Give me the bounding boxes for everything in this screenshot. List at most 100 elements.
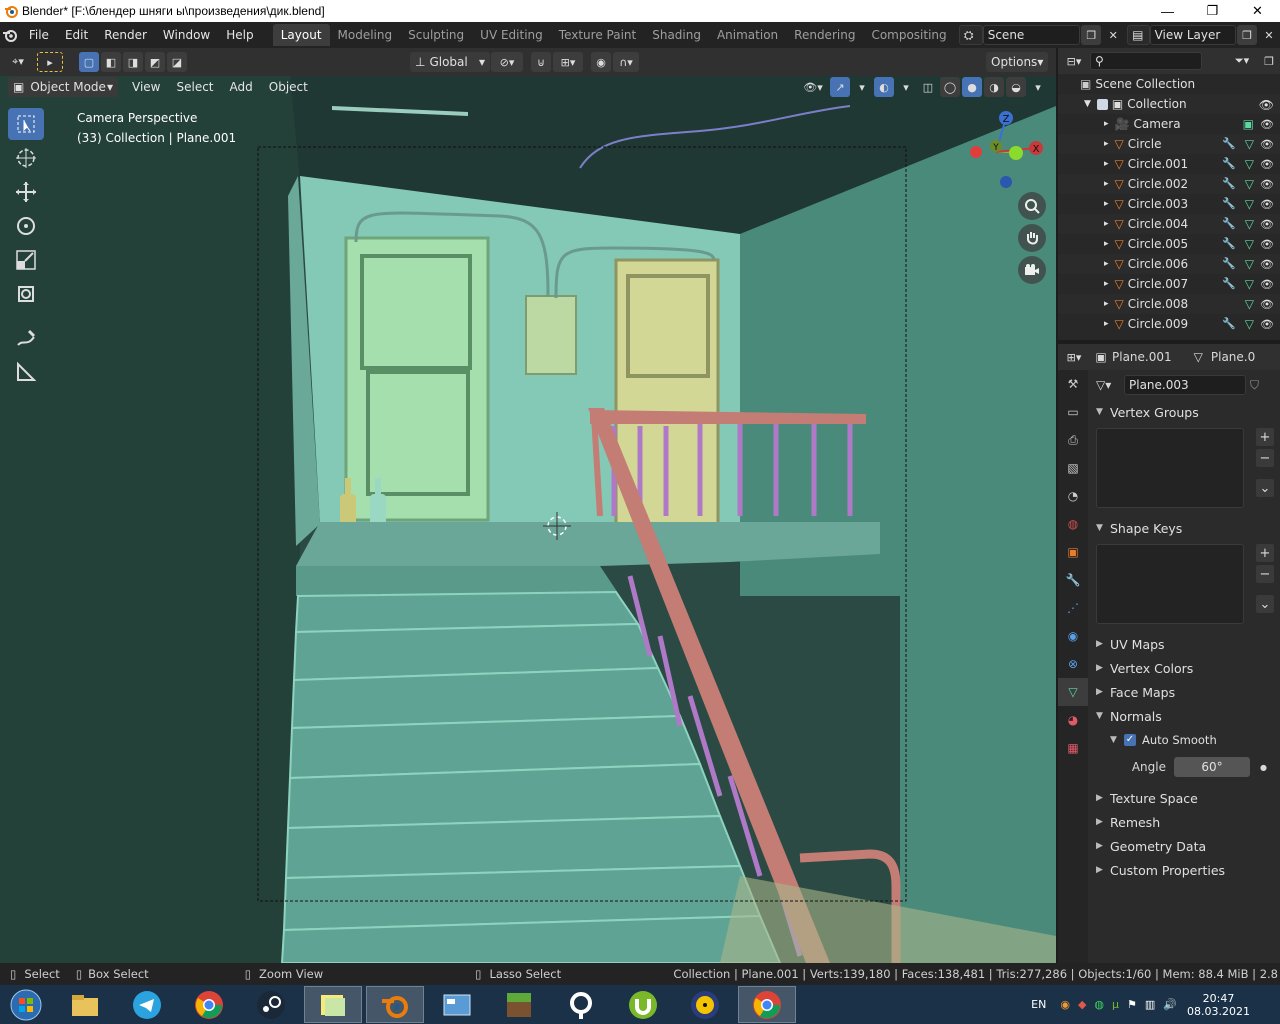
steam-icon[interactable] [242, 986, 300, 1023]
tray-app-icon[interactable]: ◉ [1060, 998, 1070, 1011]
outliner-item[interactable]: ▸ ▽ Circle.004 🔧 ▽ 👁 [1058, 214, 1280, 234]
modifier-icon[interactable]: 🔧 [1222, 257, 1236, 270]
normals-panel-header[interactable]: ▼ Normals [1088, 704, 1280, 728]
outliner-item[interactable]: ▸ ▽ Circle.005 🔧 ▽ 👁 [1058, 234, 1280, 254]
shape-keys-panel-header[interactable]: ▼ Shape Keys [1088, 516, 1280, 540]
new-view-layer-button[interactable]: ❐ [1237, 25, 1258, 45]
eye-icon[interactable]: 👁 [1260, 118, 1274, 131]
modifier-icon[interactable]: 🔧 [1222, 177, 1236, 190]
select-mode-subtract-icon[interactable]: ◨ [123, 52, 143, 72]
network-icon[interactable]: ▥ [1145, 998, 1155, 1011]
texture-tab-icon[interactable]: ▦ [1058, 734, 1088, 762]
rotate-tool-icon[interactable] [8, 210, 44, 242]
filter-icon[interactable]: ⏷▾ [1227, 51, 1257, 71]
editor-type-button[interactable]: ⊟▾ [1059, 51, 1089, 71]
outliner-item[interactable]: ▸ 🎥 Camera ▣ 👁 [1058, 114, 1280, 134]
chevron-right-icon[interactable]: ▸ [1104, 159, 1109, 169]
tab-modeling[interactable]: Modeling [330, 24, 401, 46]
modifier-icon[interactable]: 🔧 [1222, 197, 1236, 210]
close-button[interactable]: ✕ [1235, 0, 1280, 22]
select-tool-icon[interactable]: ▸ [37, 52, 63, 72]
view-layer-name-field[interactable]: View Layer [1149, 25, 1237, 45]
scene-collection-row[interactable]: ▣ Scene Collection [1058, 74, 1280, 94]
modifier-icon[interactable]: 🔧 [1222, 137, 1236, 150]
face-maps-panel-header[interactable]: ▶ Face Maps [1088, 680, 1280, 704]
scene-selector-button[interactable]: ⛭ [958, 25, 983, 45]
language-indicator[interactable]: EN [1031, 998, 1046, 1011]
eye-icon[interactable]: 👁 [1260, 138, 1274, 151]
menu-file[interactable]: File [21, 28, 57, 42]
solid-shading-icon[interactable]: ● [962, 77, 982, 97]
object-mode-dropdown[interactable]: ▣ Object Mode ▾ [8, 77, 118, 97]
mesh-data-icon[interactable]: ▽ [1245, 157, 1254, 171]
modifier-icon[interactable]: 🔧 [1222, 237, 1236, 250]
mesh-data-icon[interactable]: ▽ [1245, 197, 1254, 211]
outliner-search-input[interactable]: ⚲ [1090, 52, 1202, 70]
eye-icon[interactable]: 👁 [1260, 238, 1274, 251]
mesh-data-icon[interactable]: ▽ [1245, 317, 1254, 331]
menu-help[interactable]: Help [218, 28, 261, 42]
new-collection-icon[interactable]: ❐ [1259, 51, 1279, 71]
eye-icon[interactable]: 👁 [1260, 318, 1274, 331]
gizmo-toggle-icon[interactable]: ↗ [830, 77, 850, 97]
outliner-item[interactable]: ▸ ▽ Circle.002 🔧 ▽ 👁 [1058, 174, 1280, 194]
3d-viewport[interactable] [0, 76, 1056, 963]
cursor-tool-icon[interactable] [8, 142, 44, 174]
chevron-right-icon[interactable]: ▸ [1104, 299, 1109, 309]
outliner-item[interactable]: ▸ ▽ Circle.009 🔧 ▽ 👁 [1058, 314, 1280, 334]
mesh-data-icon[interactable]: ▽ [1245, 177, 1254, 191]
snap-target-dropdown[interactable]: ⊞▾ [553, 52, 583, 72]
eye-icon[interactable]: 👁 [1260, 298, 1274, 311]
mesh-data-icon[interactable]: ▽ [1245, 257, 1254, 271]
select-mode-invert-icon[interactable]: ◩ [145, 52, 165, 72]
vertex-groups-list[interactable] [1096, 428, 1244, 508]
shape-keys-list[interactable] [1096, 544, 1244, 624]
rendered-shading-icon[interactable]: ◒ [1006, 77, 1026, 97]
clock[interactable]: 20:47 08.03.2021 [1187, 992, 1250, 1018]
transform-tool-icon[interactable] [8, 278, 44, 310]
chevron-down-icon[interactable]: ▾ [852, 77, 872, 97]
pan-hand-icon[interactable] [1018, 224, 1046, 252]
physics-tab-icon[interactable]: ◉ [1058, 622, 1088, 650]
editor-type-button[interactable]: ⌖▾ [1, 52, 35, 72]
viewport-menu-select[interactable]: Select [168, 80, 221, 94]
tab-animation[interactable]: Animation [709, 24, 786, 46]
modifier-icon[interactable]: 🔧 [1222, 317, 1236, 330]
keyframe-dot-icon[interactable]: ● [1260, 763, 1267, 772]
chevron-right-icon[interactable]: ▸ [1104, 319, 1109, 329]
tool-tab-icon[interactable]: ⚒ [1058, 370, 1088, 398]
mesh-data-tab-icon[interactable]: ▽ [1058, 678, 1088, 706]
vertex-colors-panel-header[interactable]: ▶ Vertex Colors [1088, 656, 1280, 680]
mesh-data-icon[interactable]: ▽ [1245, 237, 1254, 251]
maximize-button[interactable]: ❐ [1190, 0, 1235, 22]
view-layer-selector-button[interactable]: ▤ [1127, 25, 1150, 45]
eye-icon[interactable]: 👁 [1260, 258, 1274, 271]
chevron-down-icon[interactable]: ▾ [896, 77, 916, 97]
menu-window[interactable]: Window [155, 28, 218, 42]
vertex-groups-panel-header[interactable]: ▼ Vertex Groups [1088, 400, 1280, 424]
material-shading-icon[interactable]: ◑ [984, 77, 1004, 97]
xray-toggle-icon[interactable]: ◫ [918, 77, 938, 97]
wireframe-shading-icon[interactable]: ◯ [940, 77, 960, 97]
measure-tool-icon[interactable] [8, 356, 44, 388]
menu-edit[interactable]: Edit [57, 28, 96, 42]
delete-scene-button[interactable]: ✕ [1103, 25, 1123, 45]
editor-type-button[interactable]: ⊞▾ [1059, 347, 1089, 367]
view-layer-tab-icon[interactable]: ▧ [1058, 454, 1088, 482]
radiation-app-icon[interactable] [676, 986, 734, 1023]
mesh-data-icon[interactable]: ▽ [1245, 277, 1254, 291]
chevron-right-icon[interactable]: ▸ [1104, 279, 1109, 289]
minecraft-icon[interactable] [490, 986, 548, 1023]
proportional-edit-icon[interactable]: ◉ [591, 52, 611, 72]
tab-texture-paint[interactable]: Texture Paint [551, 24, 644, 46]
angle-input[interactable]: 60° [1174, 757, 1250, 777]
auto-smooth-checkbox[interactable]: ✓ [1124, 734, 1136, 746]
tray-app-icon[interactable]: ◆ [1078, 998, 1086, 1011]
vertex-group-specials-button[interactable]: ⌄ [1256, 479, 1274, 497]
chevron-right-icon[interactable]: ▸ [1104, 219, 1109, 229]
outliner-item[interactable]: ▸ ▽ Circle.008 ▽ 👁 [1058, 294, 1280, 314]
mesh-data-icon[interactable]: ▽ [1245, 137, 1254, 151]
sticky-notes-icon[interactable] [304, 986, 362, 1023]
falloff-dropdown[interactable]: ∩▾ [613, 52, 639, 72]
new-scene-button[interactable]: ❐ [1081, 25, 1102, 45]
